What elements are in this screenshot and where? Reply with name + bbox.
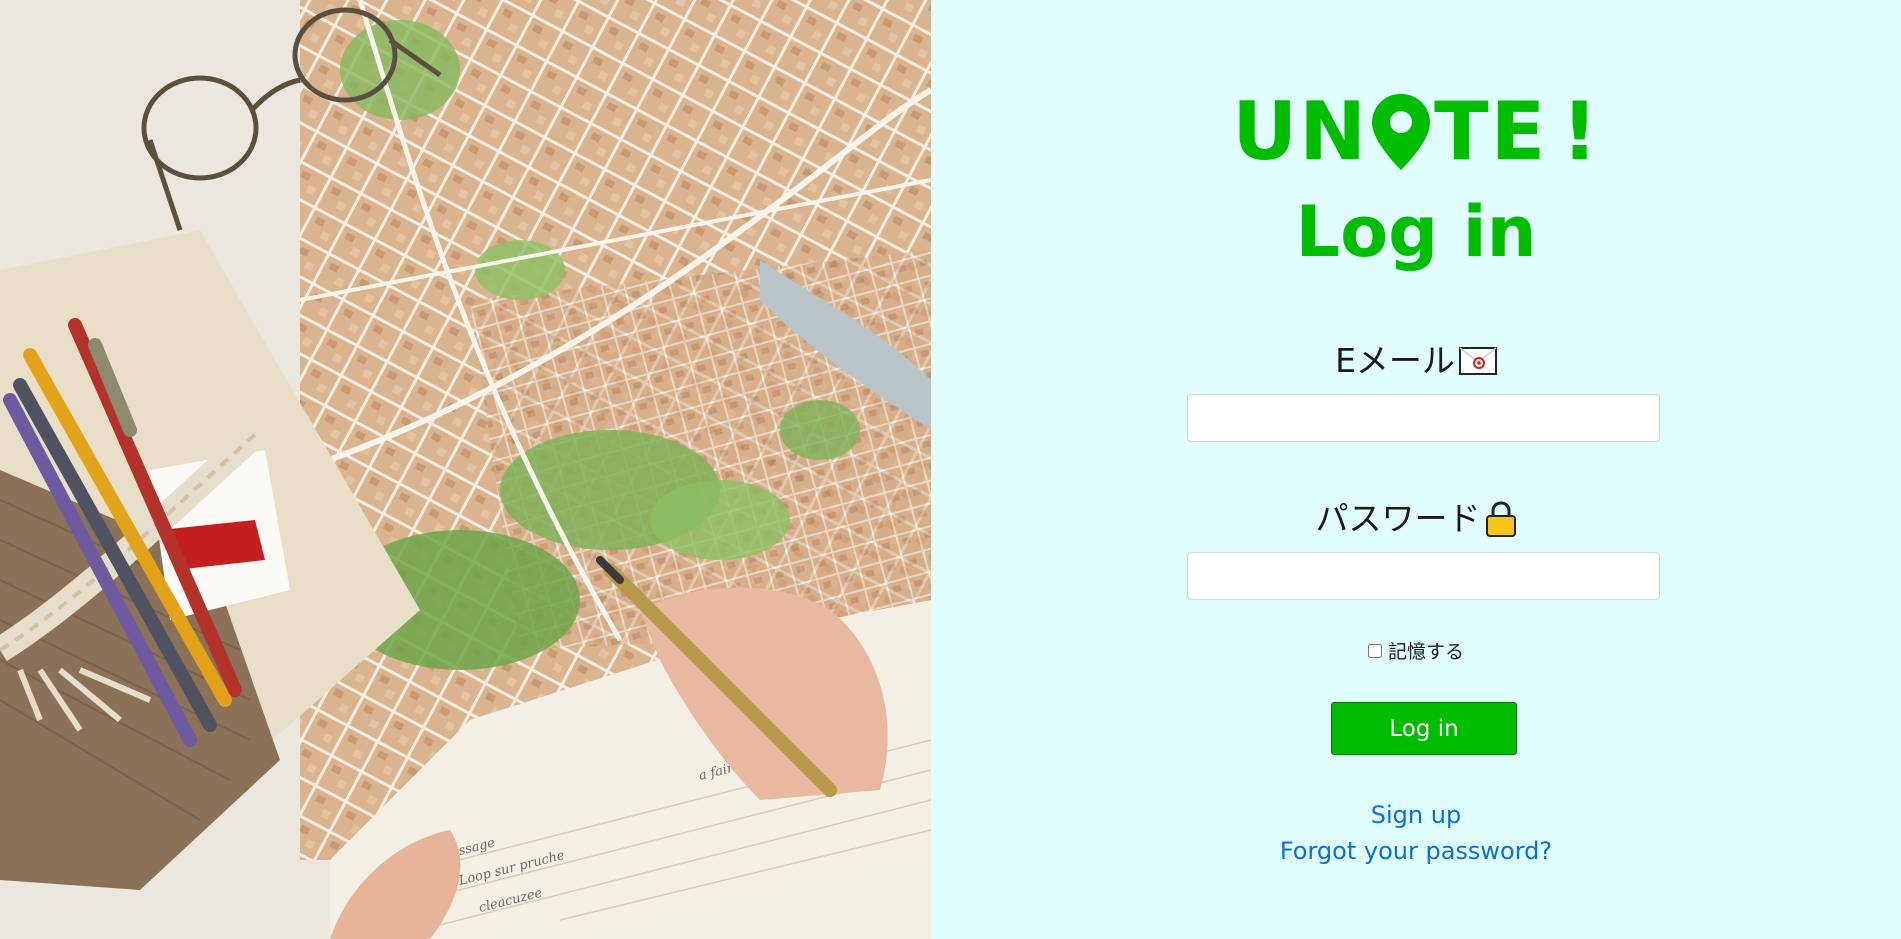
hero-photo: ulessage Loop sur pruche cleacuzee a fai… <box>0 0 931 939</box>
lock-icon <box>1485 501 1516 537</box>
envelope-icon <box>1458 347 1497 375</box>
remember-me-row: 記憶する <box>931 637 1901 664</box>
email-field[interactable] <box>1187 394 1660 442</box>
password-field[interactable] <box>1187 552 1660 600</box>
logo-text-end: TE <box>1434 85 1548 178</box>
map-photo: ulessage Loop sur pruche cleacuzee a fai… <box>0 0 931 939</box>
password-label: パスワード <box>1315 499 1481 538</box>
remember-me-checkbox[interactable] <box>1367 643 1382 658</box>
login-page: ulessage Loop sur pruche cleacuzee a fai… <box>0 0 1901 939</box>
forgot-password-link[interactable]: Forgot your password? <box>1280 833 1552 869</box>
map-pin-icon <box>1372 94 1431 170</box>
signup-link[interactable]: Sign up <box>1371 797 1461 833</box>
logo-text-start: UN <box>1232 85 1369 178</box>
email-label-row: Eメール <box>931 341 1901 381</box>
login-button[interactable]: Log in <box>1331 702 1517 755</box>
remember-me-label[interactable]: 記憶する <box>1388 637 1464 664</box>
password-label-row: パスワード <box>931 499 1901 539</box>
auth-links: Sign up Forgot your password? <box>931 797 1901 869</box>
page-title: Log in <box>1295 191 1537 273</box>
email-label: Eメール <box>1335 341 1455 380</box>
login-panel: UN TE ! Log in Eメール パスワード 記憶する Log in Si… <box>931 0 1901 939</box>
logo-exclaim: ! <box>1561 85 1600 178</box>
brand-logo: UN TE ! <box>931 92 1901 172</box>
